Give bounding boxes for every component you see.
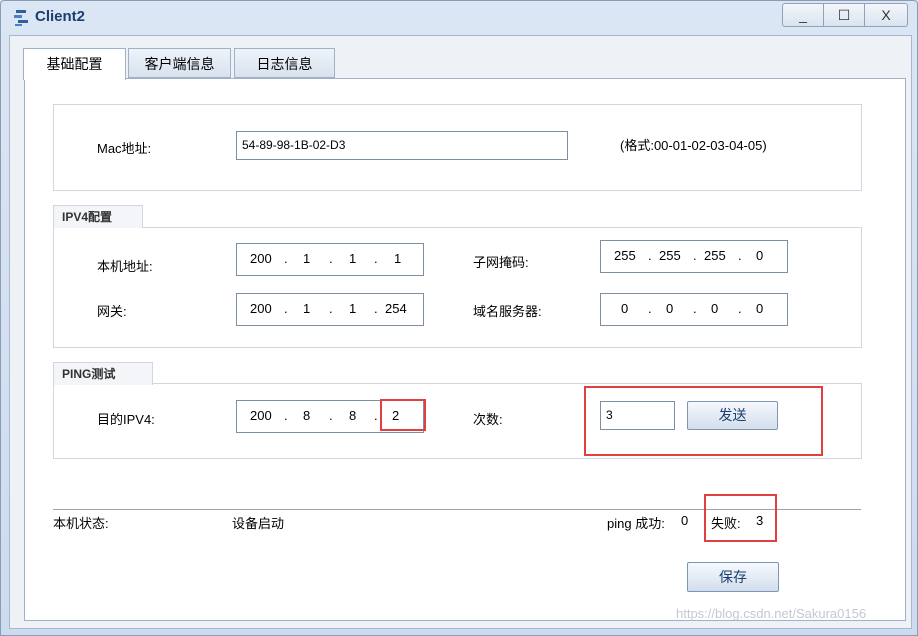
save-button[interactable]: 保存 <box>687 562 779 592</box>
local-address-label: 本机地址: <box>97 259 153 274</box>
ip-octet: 255 <box>614 248 636 263</box>
ping-success-count: 0 <box>681 513 689 528</box>
ip-octet: 1 <box>303 251 311 266</box>
highlight-dest-octet <box>380 399 426 431</box>
ip-octet: 8 <box>303 408 311 423</box>
subnet-mask-label: 子网掩码: <box>473 255 529 270</box>
ip-octet: 255 <box>704 248 726 263</box>
gateway-label: 网关: <box>97 304 127 319</box>
ip-octet: 200 <box>250 251 272 266</box>
ip-octet: 1 <box>303 301 311 316</box>
ip-octet: 1 <box>394 251 402 266</box>
ip-octet: 0 <box>621 301 629 316</box>
dest-ip-label: 目的IPV4: <box>97 412 155 427</box>
subnet-mask-input[interactable]: 255. 255. 255. 0 <box>600 240 788 273</box>
tab-basic-config[interactable]: 基础配置 <box>23 48 126 80</box>
ping-section-title: PING测试 <box>53 362 153 385</box>
highlight-count-send <box>584 386 823 456</box>
local-address-input[interactable]: 200. 1. 1. 1 <box>236 243 424 276</box>
tab-client-info[interactable]: 客户端信息 <box>128 48 231 78</box>
ip-octet: 8 <box>349 408 357 423</box>
dns-label: 域名服务器: <box>473 304 542 319</box>
minimize-button[interactable]: _ <box>782 3 824 27</box>
ip-octet: 0 <box>711 301 719 316</box>
dns-input[interactable]: 0. 0. 0. 0 <box>600 293 788 326</box>
gateway-input[interactable]: 200. 1. 1. 254 <box>236 293 424 326</box>
mac-input[interactable]: 54-89-98-1B-02-D3 <box>236 131 568 160</box>
highlight-fail-count <box>704 494 777 542</box>
tab-log-info[interactable]: 日志信息 <box>234 48 335 78</box>
close-button[interactable]: X <box>864 3 908 27</box>
ping-success-label: ping 成功: <box>607 516 665 531</box>
mac-label: Mac地址: <box>97 141 152 156</box>
ip-octet: 0 <box>756 248 764 263</box>
ip-octet: 200 <box>250 408 272 423</box>
maximize-button[interactable]: ☐ <box>823 3 865 27</box>
device-status-label: 本机状态: <box>53 516 109 531</box>
watermark: https://blog.csdn.net/Sakura0156 <box>676 606 867 621</box>
title-bar: Client2 _ ☐ X <box>1 1 917 33</box>
count-label: 次数: <box>473 412 503 427</box>
ip-octet: 1 <box>349 251 357 266</box>
ip-octet: 255 <box>659 248 681 263</box>
ip-octet: 0 <box>666 301 674 316</box>
device-status-value: 设备启动 <box>232 516 285 531</box>
ip-octet: 0 <box>756 301 764 316</box>
ip-octet: 200 <box>250 301 272 316</box>
ipv4-section-title: IPV4配置 <box>53 205 143 228</box>
app-icon <box>14 10 28 26</box>
mac-format-hint: (格式:00-01-02-03-04-05) <box>620 138 767 153</box>
window-title: Client2 <box>35 8 86 25</box>
ip-octet: 254 <box>385 301 407 316</box>
ip-octet: 1 <box>349 301 357 316</box>
